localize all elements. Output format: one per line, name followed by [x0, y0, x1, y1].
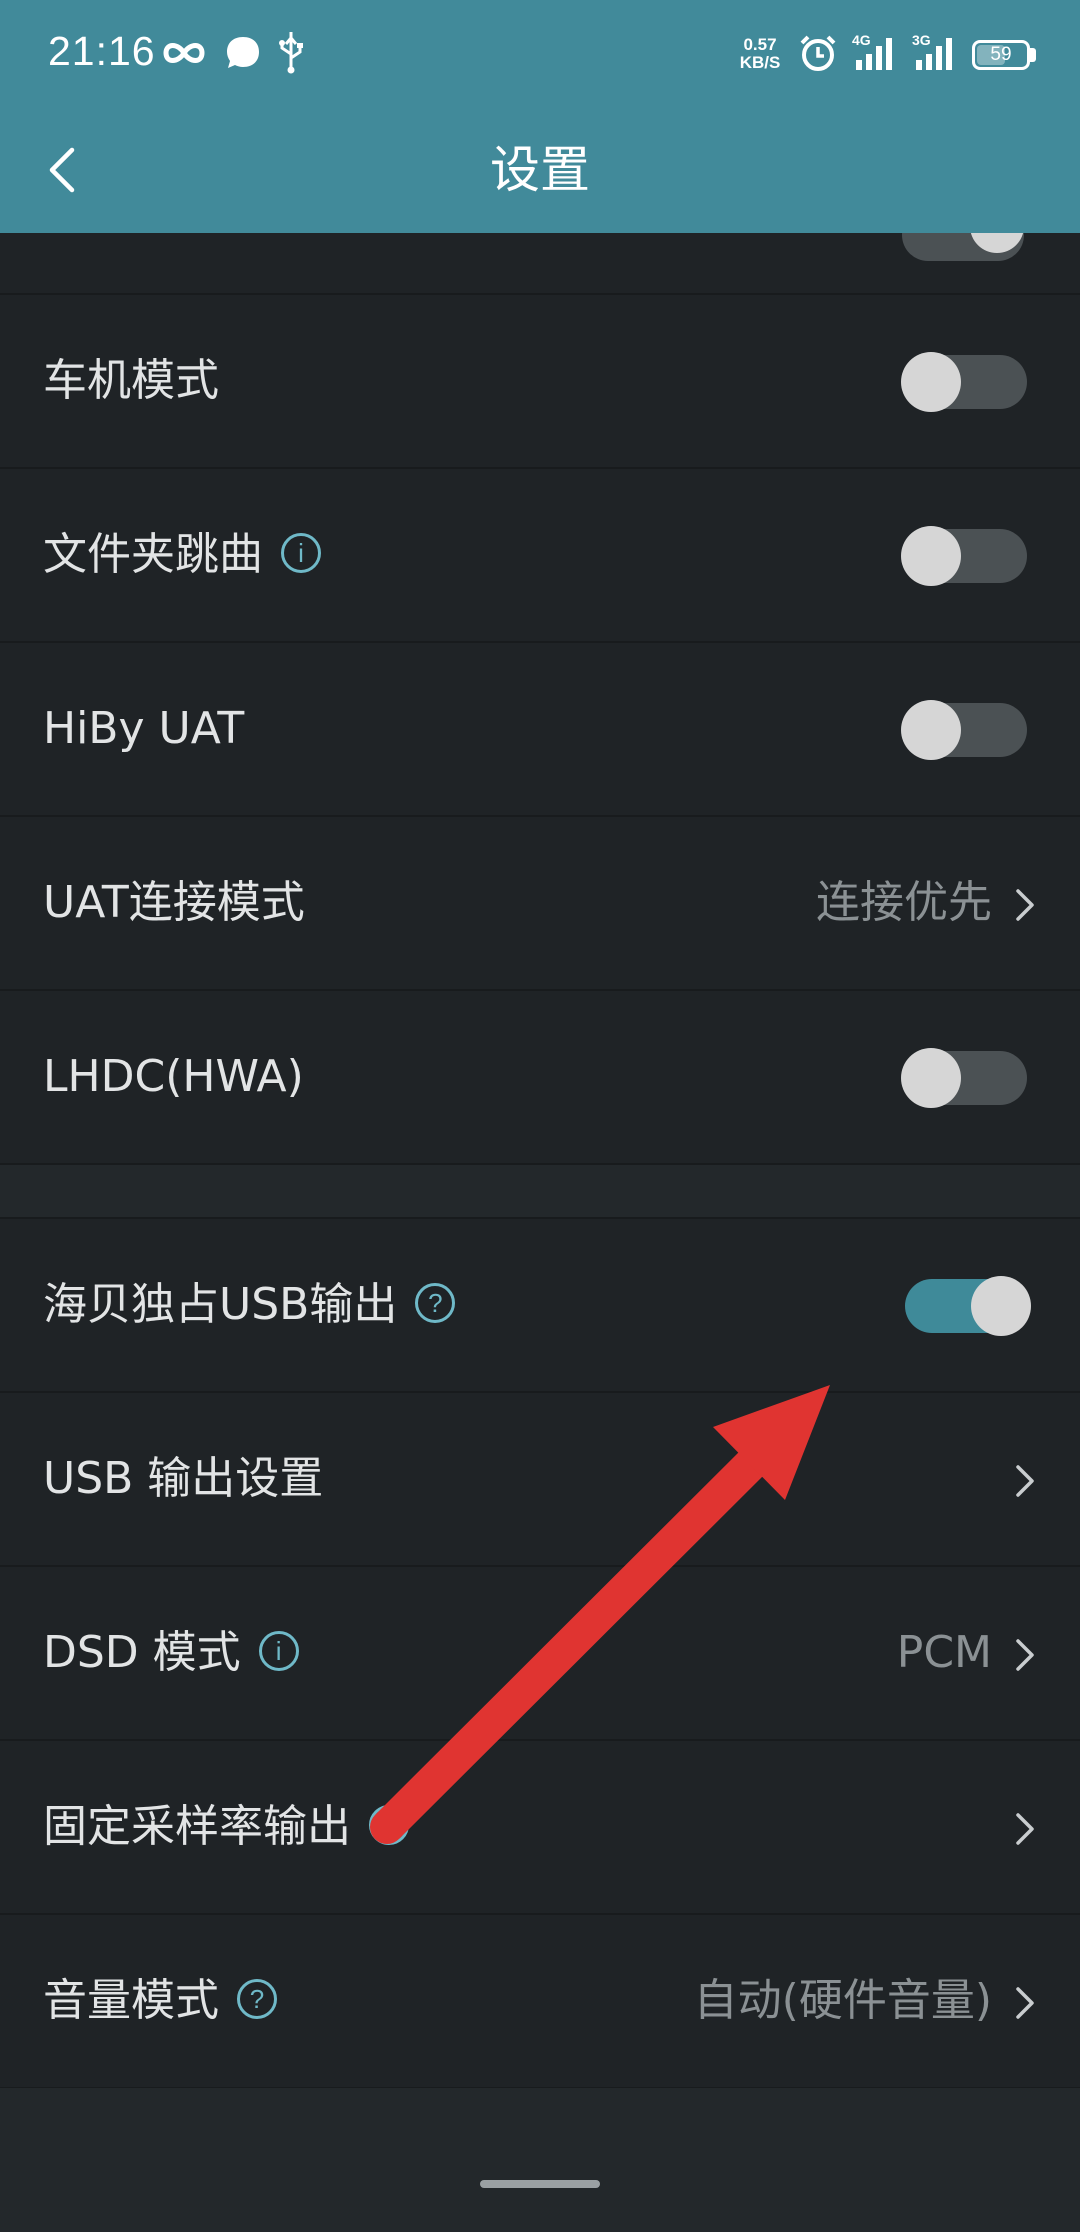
list-item[interactable]: HiBy UAT — [0, 643, 1080, 817]
list-item-label: 音量模式? — [43, 1915, 277, 2087]
chevron-right-icon — [1016, 1639, 1034, 1671]
list-item[interactable]: 海贝独占USB输出? — [0, 1219, 1080, 1393]
battery-icon: 59 — [972, 40, 1030, 70]
toggle-knob — [971, 1276, 1031, 1336]
list-item-label: 海贝独占USB输出? — [43, 1219, 456, 1391]
page-title: 设置 — [490, 141, 590, 199]
message-icon — [227, 37, 259, 68]
list-item[interactable]: USB 输出设置 — [0, 1393, 1080, 1567]
list-item-label: 车机模式 — [43, 295, 219, 467]
list-item[interactable]: 车机模式 — [0, 295, 1080, 469]
network-speed: 0.57 KB/S — [730, 36, 790, 72]
network-speed-value: 0.57 — [743, 35, 777, 54]
status-time: 21:16 — [48, 28, 156, 74]
list-item-label: 文件夹跳曲 i — [43, 469, 321, 641]
list-item-text: 音量模式 — [43, 1975, 219, 2026]
list-item-text: UAT连接模式 — [43, 877, 305, 928]
list-item-text: 固定采样率输出 — [43, 1801, 351, 1852]
signal-bars-icon — [856, 38, 892, 70]
bottom-area — [0, 2088, 1080, 2232]
list-item-text: DSD 模式 — [43, 1627, 241, 1678]
list-item-label: USB 输出设置 — [43, 1393, 323, 1565]
signal-4g: 4G — [852, 32, 902, 72]
chevron-right-icon — [1016, 889, 1034, 921]
list-item-label: 固定采样率输出? — [43, 1741, 409, 1913]
list-item[interactable]: 音量模式? 自动(硬件音量) — [0, 1915, 1080, 2089]
list-item-text: LHDC(HWA) — [43, 1051, 304, 1102]
list-item[interactable]: DSD 模式 i PCM — [0, 1567, 1080, 1741]
list-item-value: 连接优先 — [816, 877, 992, 928]
toggle-knob — [901, 352, 961, 412]
list-item-text: 车机模式 — [43, 355, 219, 406]
toggle-switch[interactable] — [901, 1048, 1027, 1108]
alarm-icon — [800, 35, 836, 71]
toggle-switch[interactable] — [905, 1276, 1031, 1336]
toggle-knob — [901, 700, 961, 760]
toggle-knob — [901, 1048, 961, 1108]
list-item-label: UAT连接模式 — [43, 817, 305, 989]
network-speed-unit: KB/S — [739, 53, 781, 72]
section-divider — [0, 1165, 1080, 1219]
info-icon[interactable]: i — [281, 533, 321, 573]
help-icon[interactable]: ? — [415, 1283, 456, 1323]
settings-screen: 21:16 0.57 KB/S 4G 3G 59 设置 车机模式 文件夹跳曲 i… — [0, 0, 1080, 2232]
info-icon[interactable]: i — [258, 1631, 299, 1671]
list-item-label: LHDC(HWA) — [43, 991, 304, 1163]
list-item[interactable]: LHDC(HWA) — [0, 991, 1080, 1165]
list-item-text: USB 输出设置 — [43, 1453, 324, 1504]
signal-3g: 3G — [912, 32, 962, 72]
list-item-partial[interactable] — [0, 199, 1080, 295]
status-bar: 21:16 0.57 KB/S 4G 3G 59 — [0, 0, 1080, 110]
infinity-icon — [163, 43, 205, 63]
battery-level: 59 — [990, 44, 1012, 65]
chevron-right-icon — [1016, 1987, 1034, 2019]
usb-icon — [279, 32, 303, 74]
list-item-label: DSD 模式 i — [43, 1567, 299, 1739]
app-bar: 设置 — [0, 110, 1080, 233]
list-item-value: PCM — [896, 1627, 992, 1678]
list-item-value: 自动(硬件音量) — [693, 1975, 992, 2026]
list-item[interactable]: UAT连接模式 连接优先 — [0, 817, 1080, 991]
home-indicator[interactable] — [480, 2180, 600, 2188]
toggle-switch[interactable] — [901, 526, 1027, 586]
toggle-switch[interactable] — [901, 700, 1027, 760]
settings-list: 车机模式文件夹跳曲 i HiBy UAT UAT连接模式 连接优先 LHDC(HWA) 海… — [0, 199, 1080, 2089]
list-item-text: 文件夹跳曲 — [43, 529, 263, 580]
toggle-knob — [901, 526, 961, 586]
list-item-text: 海贝独占USB输出 — [43, 1279, 398, 1330]
chevron-right-icon — [1016, 1465, 1034, 1497]
list-item-label: HiBy UAT — [43, 643, 244, 815]
list-item[interactable]: 固定采样率输出? — [0, 1741, 1080, 1915]
help-icon[interactable]: ? — [369, 1805, 409, 1845]
chevron-right-icon — [1016, 1813, 1034, 1845]
list-item[interactable]: 文件夹跳曲 i — [0, 469, 1080, 643]
list-item-text: HiBy UAT — [43, 703, 245, 754]
help-icon[interactable]: ? — [237, 1979, 277, 2019]
signal-bars-icon — [916, 38, 952, 70]
toggle-switch[interactable] — [901, 352, 1027, 412]
header: 21:16 0.57 KB/S 4G 3G 59 设置 — [0, 0, 1080, 233]
battery-tip — [1030, 48, 1036, 62]
